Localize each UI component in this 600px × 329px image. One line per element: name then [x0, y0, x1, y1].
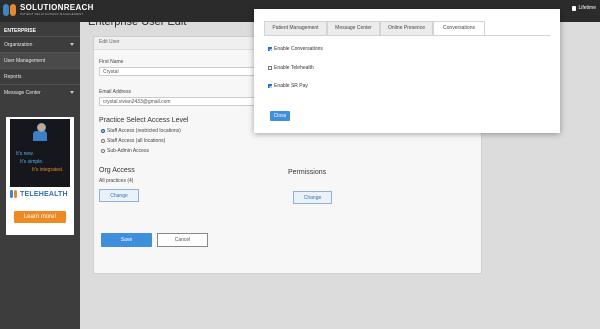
org-access-value: All practices (4): [99, 178, 134, 184]
checkbox-checked-icon[interactable]: [268, 84, 272, 88]
modal-tabs: Patient Management Message Center Online…: [264, 21, 485, 35]
permissions-title: Permissions: [288, 169, 327, 176]
option-label: Enable Telehealth: [274, 65, 314, 71]
doctor-illustration: [32, 123, 48, 143]
radio-selected-icon: [101, 129, 105, 133]
tab-patient-management[interactable]: Patient Management: [264, 21, 327, 35]
access-option-label: Sub-Admin Access: [107, 148, 149, 154]
sidebar-item-label: Reports: [4, 73, 22, 80]
option-label: Enable SR Pay: [274, 83, 308, 89]
save-button[interactable]: Save: [101, 233, 152, 247]
enable-telehealth-option[interactable]: Enable Telehealth: [268, 65, 314, 71]
feature-settings-modal: Patient Management Message Center Online…: [254, 9, 560, 133]
radio-icon: [101, 149, 105, 153]
tab-message-center[interactable]: Message Center: [327, 21, 380, 35]
sidebar-item-user-management[interactable]: User Management: [0, 52, 80, 68]
email-field[interactable]: crystal.vivian2433@gmail.com: [99, 97, 259, 106]
promo-line-3: It's integrated.: [32, 167, 64, 173]
checkbox-icon[interactable]: [268, 66, 272, 70]
learn-more-button[interactable]: Learn more!: [14, 211, 66, 223]
tab-conversations[interactable]: Conversations: [433, 21, 485, 35]
enable-conversations-option[interactable]: Enable Conversations: [268, 46, 323, 52]
promo-line-2: It's simple.: [20, 159, 44, 165]
access-option-label: Staff Access (restricted locations): [107, 128, 181, 134]
promo-image: It's new. It's simple. It's integrated.: [10, 119, 70, 187]
sidebar-item-label: Message Center: [4, 89, 41, 96]
sidebar-item-message-center[interactable]: Message Center: [0, 84, 80, 100]
sidebar-item-reports[interactable]: Reports: [0, 68, 80, 84]
logo-mark-icon: [3, 4, 17, 16]
sidebar-item-label: User Management: [4, 57, 46, 64]
telehealth-logo: TELEHEALTH: [10, 190, 68, 198]
access-option-restricted[interactable]: Staff Access (restricted locations): [101, 128, 181, 134]
access-option-all-locations[interactable]: Staff Access (all locations): [101, 138, 165, 144]
first-name-field[interactable]: Crystal: [99, 67, 259, 76]
access-level-title: Practice Select Access Level: [99, 117, 189, 124]
radio-icon: [101, 139, 105, 143]
chevron-down-icon: [70, 43, 74, 46]
checkbox-checked-icon[interactable]: [268, 47, 272, 51]
org-access-title: Org Access: [99, 167, 135, 174]
email-label: Email Address: [99, 89, 131, 95]
page-title: Enterprise User Edit: [88, 16, 187, 28]
enable-sr-pay-option[interactable]: Enable SR Pay: [268, 83, 308, 89]
sidebar-item-label: Organization: [4, 41, 33, 48]
close-button[interactable]: Close: [270, 111, 290, 121]
sidebar-heading: ENTERPRISE: [4, 28, 36, 34]
access-option-label: Staff Access (all locations): [107, 138, 166, 144]
org-access-change-button[interactable]: Change: [99, 189, 139, 202]
telehealth-product-name: TELEHEALTH: [20, 190, 68, 198]
promo-line-1: It's new.: [16, 151, 34, 157]
tabs-divider: [264, 35, 550, 36]
option-label: Enable Conversations: [274, 46, 323, 52]
telehealth-promo-banner[interactable]: It's new. It's simple. It's integrated. …: [6, 117, 74, 235]
chevron-down-icon: [70, 91, 74, 94]
cancel-button[interactable]: Cancel: [157, 233, 208, 247]
permissions-change-button[interactable]: Change: [293, 191, 332, 204]
first-name-label: First Name: [99, 59, 124, 65]
telehealth-mark-icon: [10, 190, 18, 198]
sidebar-item-organization[interactable]: Organization: [0, 36, 80, 52]
access-option-sub-admin[interactable]: Sub-Admin Access: [101, 148, 149, 154]
tab-online-presence[interactable]: Online Presence: [380, 21, 433, 35]
